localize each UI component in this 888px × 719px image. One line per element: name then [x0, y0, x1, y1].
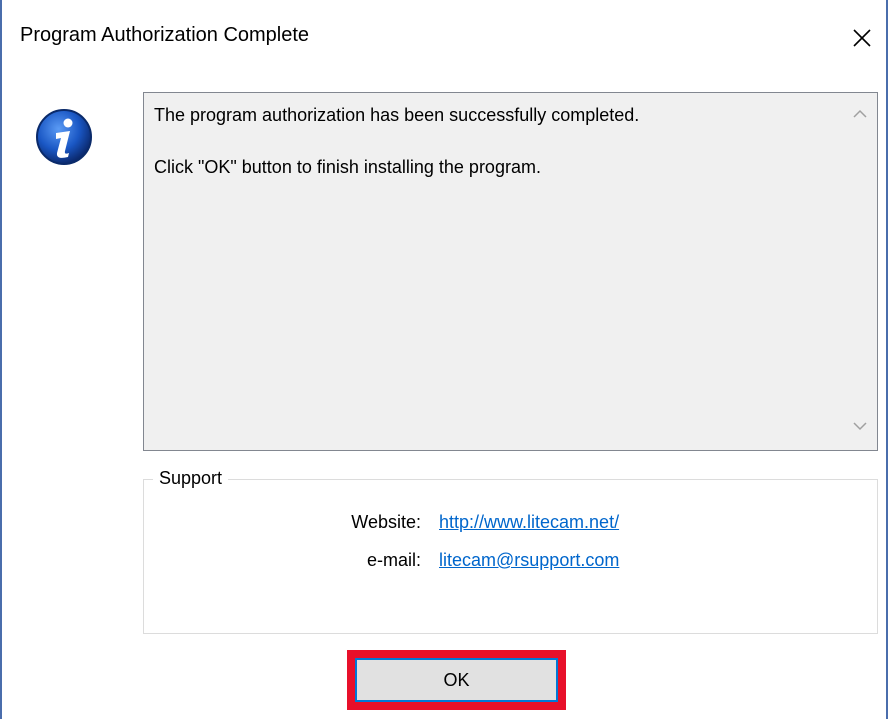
website-link[interactable]: http://www.litecam.net/ — [439, 512, 619, 533]
message-line-1: The program authorization has been succe… — [154, 105, 640, 125]
dialog-window: Program Authorization Complete The progr… — [0, 0, 888, 719]
email-link[interactable]: litecam@rsupport.com — [439, 550, 619, 571]
message-line-2: Click "OK" button to finish installing t… — [154, 157, 541, 177]
support-group-label: Support — [153, 468, 229, 489]
title-bar[interactable]: Program Authorization Complete — [2, 0, 886, 76]
scroll-up-icon[interactable] — [851, 107, 869, 121]
website-label: Website: — [351, 512, 421, 532]
support-group: Support Website: http://www.litecam.net/… — [143, 468, 878, 634]
email-label: e-mail: — [366, 550, 421, 570]
info-icon — [34, 107, 94, 167]
ok-button-highlight: OK — [347, 650, 566, 710]
message-box[interactable]: The program authorization has been succe… — [143, 92, 878, 451]
scroll-down-icon[interactable] — [851, 419, 869, 433]
ok-button[interactable]: OK — [355, 658, 558, 702]
window-title: Program Authorization Complete — [20, 24, 310, 46]
vertical-scrollbar[interactable] — [843, 93, 877, 450]
close-icon[interactable] — [842, 18, 882, 58]
